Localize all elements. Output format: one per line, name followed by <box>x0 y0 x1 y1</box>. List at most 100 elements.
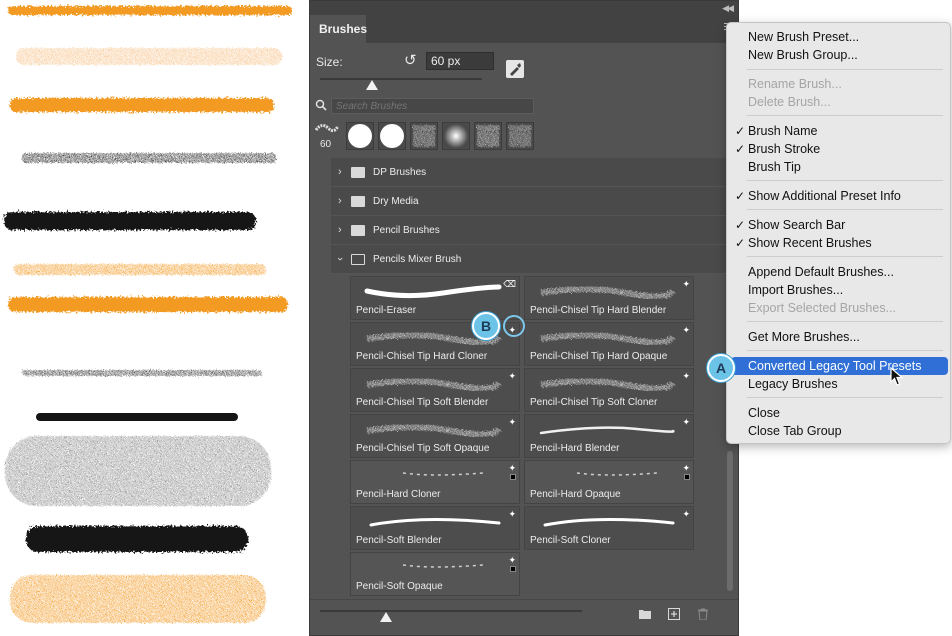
round-hard-tip <box>348 124 372 148</box>
stroke-black-solid <box>36 413 238 421</box>
stroke-black-dry <box>22 153 276 163</box>
brush-name: Pencil-Chisel Tip Hard Blender <box>530 305 667 316</box>
folder-row-expanded[interactable]: › Pencils Mixer Brush <box>331 245 731 274</box>
menu-brush-name[interactable]: ✓ Brush Name <box>727 122 952 140</box>
menu-new-brush-preset[interactable]: New Brush Preset... <box>727 28 952 46</box>
menu-show-search-bar[interactable]: ✓ Show Search Bar <box>727 216 952 234</box>
reset-size-icon[interactable]: ↺ <box>404 51 417 69</box>
folder-label: Dry Media <box>373 196 419 207</box>
stroke-orange-2 <box>10 98 274 112</box>
menu-separator <box>747 180 943 181</box>
mixer-brush-icon: ✦ <box>508 509 516 519</box>
round-soft-tip <box>444 124 468 148</box>
menu-separator <box>747 256 943 257</box>
menu-new-brush-group[interactable]: New Brush Group... <box>727 46 952 64</box>
checkmark-icon: ✓ <box>735 189 746 203</box>
menu-separator <box>747 321 943 322</box>
menu-export-selected-brushes: Export Selected Brushes... <box>748 301 896 315</box>
brush-cell[interactable]: ✦ Pencil-Chisel Tip Hard Opaque <box>524 322 694 366</box>
brush-stroke-preview <box>543 517 675 527</box>
menu-separator <box>747 397 943 398</box>
menu-separator <box>747 115 943 116</box>
panel-flyout-menu: New Brush Preset... New Brush Group... R… <box>726 22 951 444</box>
recent-brush-size: 60 <box>320 139 332 150</box>
brush-settings-icon[interactable] <box>506 60 524 78</box>
checkmark-icon: ✓ <box>735 124 746 138</box>
color-swatch <box>510 566 516 572</box>
search-input[interactable] <box>331 98 534 114</box>
highlight-ring <box>503 315 525 337</box>
brush-grid-scrollbar[interactable] <box>727 451 733 591</box>
menu-show-recent-brushes[interactable]: ✓ Show Recent Brushes <box>727 234 952 252</box>
size-slider[interactable] <box>320 78 482 80</box>
menu-append-default-brushes[interactable]: Append Default Brushes... <box>727 263 952 281</box>
brush-name: Pencil-Chisel Tip Hard Opaque <box>530 351 668 362</box>
stroke-orange-3 <box>14 264 266 275</box>
brush-cell[interactable]: ✦ Pencil-Chisel Tip Soft Opaque <box>350 414 520 458</box>
brush-cell[interactable]: ✦ Pencil-Hard Cloner <box>350 460 520 504</box>
color-swatch <box>510 474 516 480</box>
chevron-right-icon[interactable]: › <box>338 166 342 178</box>
menu-converted-legacy-tool-presets[interactable]: Converted Legacy Tool Presets <box>731 357 948 375</box>
menu-close[interactable]: Close <box>727 404 952 422</box>
recent-brush-4[interactable] <box>410 122 438 150</box>
menu-show-additional-preset-info[interactable]: ✓ Show Additional Preset Info <box>727 187 952 205</box>
brush-cell[interactable]: ✦ Pencil-Hard Blender <box>524 414 694 458</box>
recent-brush-6[interactable] <box>474 122 502 150</box>
checkmark-icon: ✓ <box>735 236 746 250</box>
recent-brush-1[interactable]: 60 <box>314 120 342 154</box>
thumbnail-size-slider-thumb[interactable] <box>379 612 392 622</box>
stroke-light-orange <box>16 48 282 65</box>
folder-row[interactable]: › DP Brushes <box>331 158 731 187</box>
chevron-right-icon[interactable]: › <box>338 224 342 236</box>
tab-brushes[interactable]: Brushes <box>310 15 367 43</box>
menu-label: Brush Name <box>748 124 818 138</box>
menu-import-brushes[interactable]: Import Brushes... <box>727 281 952 299</box>
mixer-brush-icon: ✦ <box>508 371 516 381</box>
new-group-folder-icon[interactable] <box>638 608 652 620</box>
new-brush-icon[interactable] <box>667 608 681 620</box>
stroke-orange-wide <box>10 575 266 623</box>
trash-icon[interactable] <box>696 608 710 620</box>
menu-delete-brush: Delete Brush... <box>748 95 831 109</box>
checkmark-icon: ✓ <box>735 142 746 156</box>
menu-legacy-brushes[interactable]: Legacy Brushes <box>727 375 952 393</box>
menu-separator <box>747 209 943 210</box>
size-slider-thumb[interactable] <box>365 80 378 90</box>
folder-label: Pencil Brushes <box>373 225 440 236</box>
recent-brush-3[interactable] <box>378 122 406 150</box>
chevron-right-icon[interactable]: › <box>338 195 342 207</box>
folder-label: DP Brushes <box>373 167 427 178</box>
menu-label: Brush Stroke <box>748 142 821 156</box>
menu-rename-brush: Rename Brush... <box>748 77 842 91</box>
recent-brush-7[interactable] <box>506 122 534 150</box>
menu-get-more-brushes[interactable]: Get More Brushes... <box>727 328 952 346</box>
size-input[interactable] <box>426 52 494 70</box>
folder-row[interactable]: › Dry Media <box>331 187 731 216</box>
menu-brush-stroke[interactable]: ✓ Brush Stroke <box>727 140 952 158</box>
brush-cell[interactable]: ⌫ Pencil-Eraser <box>350 276 520 320</box>
collapse-panel-icon[interactable]: ◀◀ <box>722 3 734 14</box>
brush-cell[interactable]: ✦ Pencil-Soft Cloner <box>524 506 694 550</box>
recent-brush-2[interactable] <box>346 122 374 150</box>
folder-row[interactable]: › Pencil Brushes <box>331 216 731 245</box>
menu-brush-tip[interactable]: Brush Tip <box>727 158 952 176</box>
brush-stroke-preview <box>402 472 484 476</box>
brush-cell[interactable]: ✦ Pencil-Chisel Tip Soft Blender <box>350 368 520 412</box>
brush-cell[interactable]: ✦ Pencil-Soft Opaque <box>350 552 520 596</box>
panel-tab-bar: Brushes ◀◀ <box>310 1 738 43</box>
brush-name: Pencil-Hard Opaque <box>530 489 621 500</box>
brush-cell[interactable]: ✦ Pencil-Chisel Tip Soft Cloner <box>524 368 694 412</box>
menu-close-tab-group[interactable]: Close Tab Group <box>727 422 952 440</box>
recent-brush-5[interactable] <box>442 122 470 150</box>
menu-label: Show Additional Preset Info <box>748 189 901 203</box>
brush-cell[interactable]: ✦ Pencil-Chisel Tip Hard Blender <box>524 276 694 320</box>
screenshot-root: Brushes ◀◀ Size: ↺ 60 px Search Brushes … <box>0 0 952 636</box>
brush-cell[interactable]: ✦ Pencil-Soft Blender <box>350 506 520 550</box>
brush-stroke-preview <box>540 378 676 392</box>
brush-cell[interactable]: ✦ Pencil-Hard Opaque <box>524 460 694 504</box>
chevron-down-icon[interactable]: › <box>334 257 346 261</box>
stroke-gray-textured <box>5 436 271 506</box>
thumbnail-size-slider[interactable] <box>320 610 582 612</box>
sample-strokes <box>4 6 292 623</box>
